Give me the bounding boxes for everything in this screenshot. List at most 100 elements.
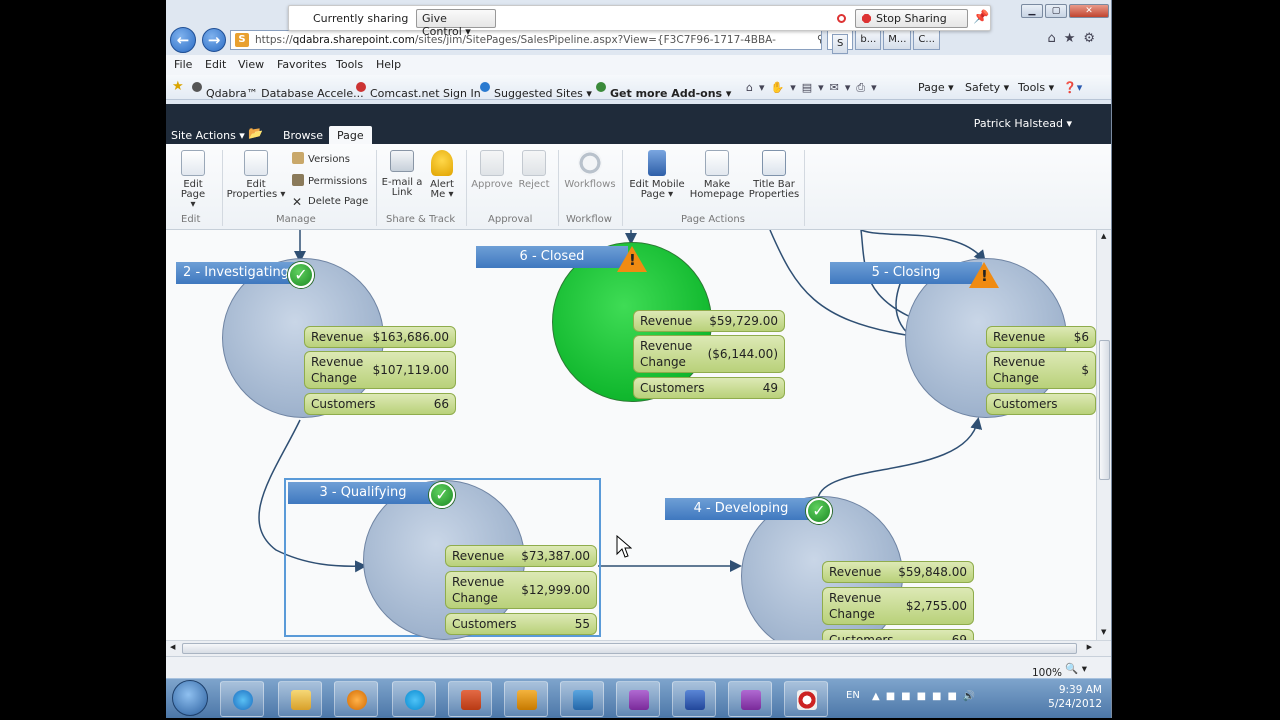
fav-comcast-label: Comcast.net Sign In [370, 87, 481, 100]
taskbar-onenote-2[interactable] [728, 681, 772, 717]
edit-page-button[interactable]: Edit Page ▾ [170, 144, 216, 210]
menu-favorites[interactable]: Favorites [277, 58, 327, 71]
favorites-star-icon[interactable]: ★ [172, 79, 184, 94]
clock[interactable]: 9:39 AM 5/24/2012 [1048, 683, 1102, 711]
fav-qdabra[interactable]: Qdabra™ Database Accele... [192, 81, 364, 100]
system-tray-icons[interactable]: ▲■■■■■🔊 [872, 691, 981, 702]
email-link-button[interactable]: E-mail a Link [380, 144, 424, 198]
tools-menu[interactable]: Tools ▾ [1018, 81, 1054, 94]
horizontal-scroll-thumb[interactable] [182, 643, 1077, 654]
taskbar-powerpoint[interactable] [448, 681, 492, 717]
alert-me-button[interactable]: Alert Me ▾ [424, 144, 460, 200]
stop-sharing-button[interactable]: Stop Sharing [855, 9, 968, 28]
tab-sharepoint[interactable]: S ✕ [827, 30, 854, 65]
pin-icon[interactable]: 📌 [973, 10, 989, 25]
browser-toolbar-icons[interactable]: ⌂★⚙ [1047, 31, 1103, 46]
edit-page-label: Edit Page [180, 179, 206, 200]
folder-icon [291, 690, 311, 710]
scroll-up-icon[interactable]: ▲ [1101, 232, 1106, 240]
menu-help[interactable]: Help [376, 58, 401, 71]
fav-addons[interactable]: Get more Add-ons ▾ [596, 81, 731, 100]
metric-label: Revenue [829, 565, 882, 579]
pipeline-diagram[interactable]: 2 - Investigating ✓ Revenue $163,686.00 R… [166, 230, 1096, 640]
menu-edit[interactable]: Edit [205, 58, 226, 71]
give-control-button[interactable]: Give Control ▾ [416, 9, 496, 38]
fav-comcast[interactable]: Comcast.net Sign In [356, 81, 481, 100]
checkmark-icon: ✓ [288, 262, 314, 288]
tab-c[interactable]: C... [913, 30, 940, 50]
scroll-right-icon[interactable]: ▶ [1087, 643, 1092, 651]
clock-time: 9:39 AM [1058, 684, 1102, 696]
address-tools-icons[interactable]: ⚲▾🔒↻✕ [817, 34, 821, 45]
menu-file[interactable]: File [174, 58, 192, 71]
site-actions-menu[interactable]: Site Actions ▾ [166, 126, 253, 144]
ribbon-separator [466, 150, 467, 226]
fav-suggested-sites[interactable]: Suggested Sites ▾ [480, 81, 592, 100]
tab-browse[interactable]: Browse [275, 126, 331, 144]
maximize-button[interactable]: ▢ [1045, 4, 1067, 18]
help-icon[interactable]: ❓▾ [1063, 81, 1082, 94]
zoom-level[interactable]: 🔍 100% ▾ [1032, 662, 1087, 679]
permissions-button[interactable]: Permissions [292, 174, 367, 187]
menu-tools[interactable]: Tools [336, 58, 363, 71]
metric-label: Customers [311, 397, 376, 411]
group-approval-label: Approval [488, 214, 533, 225]
safety-menu[interactable]: Safety ▾ [965, 81, 1009, 94]
edit-properties-button[interactable]: Edit Properties ▾ [226, 144, 286, 200]
close-button[interactable]: ✕ [1069, 4, 1109, 18]
address-bar[interactable]: S https://qdabra.sharepoint.com/sites/ji… [230, 30, 822, 50]
investigating-revenue-change: Revenue Change $107,119.00 [304, 351, 456, 389]
vertical-scrollbar[interactable]: ▲ ▼ [1096, 230, 1111, 640]
addons-icon [596, 82, 606, 92]
taskbar-media-player[interactable] [334, 681, 378, 717]
approve-button[interactable]: Approve [470, 144, 514, 190]
vertical-scroll-thumb[interactable] [1099, 340, 1110, 480]
suggested-sites-icon [480, 82, 490, 92]
workflows-icon [578, 150, 602, 176]
navigate-up-icon[interactable]: 📂 [248, 126, 263, 140]
taskbar-visio[interactable] [672, 681, 716, 717]
horizontal-scrollbar[interactable]: ◀ ▶ [166, 640, 1111, 656]
permissions-icon [292, 174, 304, 186]
taskbar-outlook[interactable] [504, 681, 548, 717]
ribbon-separator [222, 150, 223, 226]
forward-button[interactable]: → [202, 28, 226, 52]
metric-value: $59,848.00 [898, 565, 967, 579]
taskbar-onenote[interactable] [616, 681, 660, 717]
taskbar-screen-share[interactable] [784, 681, 828, 717]
tab-b[interactable]: b... [855, 30, 882, 50]
minimize-button[interactable]: ▁ [1021, 4, 1043, 18]
versions-button[interactable]: Versions [292, 152, 350, 165]
taskbar-explorer[interactable] [278, 681, 322, 717]
page-menu[interactable]: Page ▾ [918, 81, 954, 94]
taskbar-ie[interactable] [220, 681, 264, 717]
back-button[interactable]: ← [170, 27, 196, 53]
metric-label-line1: Revenue [993, 355, 1046, 369]
make-homepage-button[interactable]: Make Homepage [688, 144, 746, 200]
closing-revenue: Revenue $6 [986, 326, 1096, 348]
title-bar-properties-button[interactable]: Title Bar Properties [746, 144, 802, 200]
connector-developing-to-closing [817, 417, 983, 499]
reject-button[interactable]: Reject [514, 144, 554, 190]
delete-icon: ✕ [292, 195, 303, 209]
onenote-icon [629, 690, 649, 710]
taskbar-skype[interactable] [392, 681, 436, 717]
delete-page-button[interactable]: ✕ Delete Page [292, 196, 368, 208]
mobile-page-icon [648, 150, 666, 176]
command-bar-icons[interactable]: ⌂▾✋▾▤▾✉▾⎙▾ [746, 81, 883, 95]
taskbar-lync[interactable] [560, 681, 604, 717]
scroll-down-icon[interactable]: ▼ [1101, 628, 1106, 636]
edit-mobile-page-button[interactable]: Edit Mobile Page ▾ [626, 144, 688, 200]
versions-icon [292, 152, 304, 164]
tab-page[interactable]: Page [329, 126, 372, 144]
tab-m[interactable]: M... [883, 30, 912, 50]
user-menu[interactable]: Patrick Halstead ▾ [974, 117, 1072, 130]
outlook-icon [517, 690, 537, 710]
metric-value: $107,119.00 [372, 363, 449, 377]
metric-value: $2,755.00 [905, 599, 967, 613]
menu-view[interactable]: View [238, 58, 264, 71]
language-indicator[interactable]: EN [846, 690, 860, 701]
scroll-left-icon[interactable]: ◀ [170, 643, 175, 651]
workflows-button[interactable]: Workflows [562, 144, 618, 190]
start-button[interactable] [172, 680, 208, 716]
